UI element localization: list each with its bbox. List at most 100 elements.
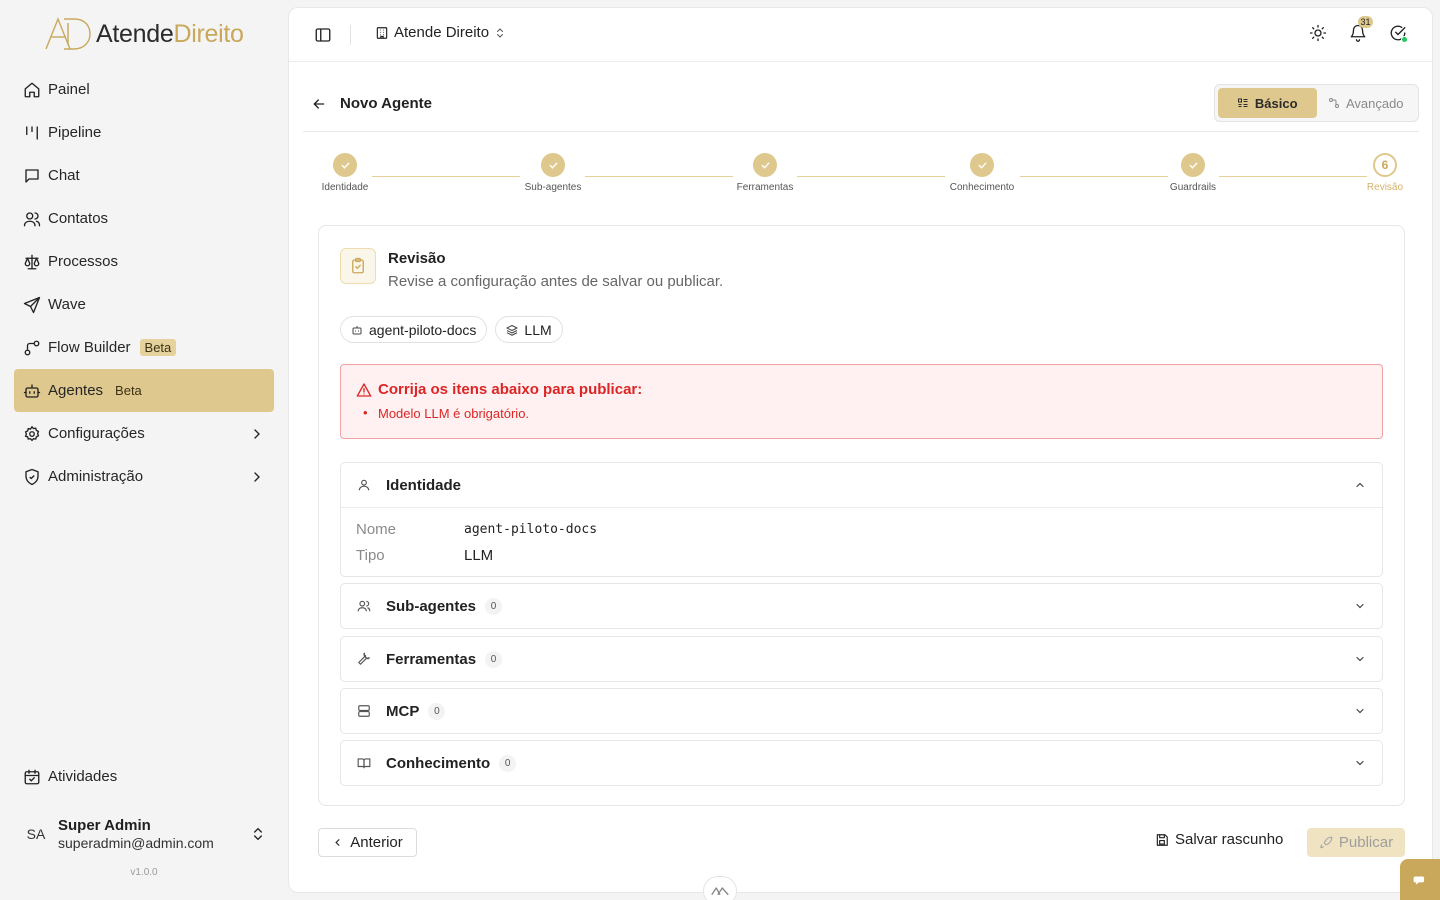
sidebar-item-agentes[interactable]: Agentes Beta [14,369,274,412]
status-button[interactable] [1389,24,1408,43]
step-ferramentas[interactable]: Ferramentas [731,153,799,193]
chevron-right-icon [254,428,260,439]
scale-icon [24,254,40,269]
sidebar-item-label: Agentes [48,382,104,399]
check-icon [1189,162,1197,169]
org-switcher[interactable]: Atende Direito [375,24,506,41]
beta-badge: Beta [115,383,142,398]
main-panel: Atende Direito 31 Novo Agente Básico Ava… [288,7,1433,893]
step-sub-agentes[interactable]: Sub-agentes [519,153,587,193]
clipboard-check-icon [340,248,376,284]
sidebar-item-label: Processos [48,253,119,270]
brand-logo[interactable]: AtendeDireito [44,17,244,51]
chevron-down-icon [1356,656,1364,662]
step-guardrails[interactable]: Guardrails [1163,153,1223,193]
step-done-dot [970,153,994,177]
chevron-down-icon [1356,708,1364,714]
topbar-actions: 31 [1309,16,1408,43]
step-label: Guardrails [1169,182,1217,193]
sidebar: AtendeDireito Painel Pipeline Chat Conta… [0,0,288,900]
step-revisao[interactable]: 6 Revisão [1363,153,1407,193]
message-icon [25,168,39,183]
dev-tools-tab[interactable] [703,876,737,900]
step-label: Sub-agentes [524,182,582,193]
user-info: Super Admin superadmin@admin.com [58,817,214,851]
section-mcp[interactable]: MCP 0 [340,688,1383,734]
check-icon [978,162,986,169]
sidebar-item-label: Contatos [48,210,109,227]
arrow-left-icon[interactable] [311,96,327,112]
logo-mark-icon [45,17,91,50]
save-draft-button[interactable]: Salvar rascunho [1155,831,1283,848]
sidebar-item-label: Pipeline [48,124,102,141]
logo-mark-icon [711,887,729,896]
sidebar-item-chat[interactable]: Chat [14,154,274,197]
sidebar-item-label: Chat [48,167,80,184]
top-bar: Atende Direito 31 [289,8,1432,62]
sun-icon [1309,24,1327,42]
mode-basic-button[interactable]: Básico [1218,88,1317,118]
step-connector [372,176,520,177]
list-icon [1237,98,1248,107]
validation-alert: Corrija os itens abaixo para publicar: M… [340,364,1383,439]
save-draft-label: Salvar rascunho [1175,831,1284,848]
review-title: Revisão [388,250,446,267]
alert-title-text: Corrija os itens abaixo para publicar: [378,381,643,398]
chevron-left-icon [335,839,340,846]
notifications-button[interactable]: 31 [1349,16,1373,42]
step-label: Conhecimento [949,182,1015,193]
section-title: Identidade [386,476,462,494]
section-sub-agentes[interactable]: Sub-agentes 0 [340,583,1383,629]
count-badge: 0 [499,754,517,772]
step-label: Identidade [321,182,369,193]
step-identidade[interactable]: Identidade [317,153,373,193]
sidebar-item-painel[interactable]: Painel [14,68,274,111]
section-conhecimento[interactable]: Conhecimento 0 [340,740,1383,786]
sidebar-item-processos[interactable]: Processos [14,240,274,283]
sidebar-item-contatos[interactable]: Contatos [14,197,274,240]
section-sub-agentes-header[interactable]: Sub-agentes 0 [341,584,1382,628]
sidebar-item-administracao[interactable]: Administração [14,455,274,498]
publish-button[interactable]: Publicar [1307,828,1405,857]
step-done-dot [541,153,565,177]
sidebar-item-label: Flow Builder [48,339,131,356]
save-icon [1156,833,1168,846]
theme-toggle-button[interactable] [1309,24,1327,42]
server-icon [358,705,370,717]
floating-chat-button[interactable] [1400,859,1440,900]
step-conhecimento[interactable]: Conhecimento [941,153,1023,193]
publish-label: Publicar [1338,834,1394,851]
sidebar-item-atividades[interactable]: Atividades [14,755,274,798]
wrench-icon [358,652,370,665]
count-badge: 0 [428,702,446,720]
check-icon [549,162,557,169]
user-icon [358,479,370,491]
bot-icon [352,325,362,334]
brand-name: AtendeDireito [96,19,244,48]
section-conhecimento-header[interactable]: Conhecimento 0 [341,741,1382,785]
section-ferramentas[interactable]: Ferramentas 0 [340,636,1383,682]
user-menu[interactable]: SA Super Admin superadmin@admin.com [14,808,274,860]
mode-advanced-button[interactable]: Avançado [1317,88,1416,118]
user-email: superadmin@admin.com [58,835,214,851]
shield-icon [25,468,39,485]
step-connector [585,176,733,177]
section-ferramentas-header[interactable]: Ferramentas 0 [341,637,1382,681]
sidebar-item-pipeline[interactable]: Pipeline [14,111,274,154]
section-identidade-header[interactable]: Identidade [341,463,1382,507]
check-icon [341,162,349,169]
sidebar-item-configuracoes[interactable]: Configurações [14,412,274,455]
sidebar-item-flow-builder[interactable]: Flow Builder Beta [14,326,274,369]
section-mcp-header[interactable]: MCP 0 [341,689,1382,733]
mode-toggle: Básico Avançado [1214,84,1419,122]
notification-count: 31 [1358,16,1373,28]
gear-icon [24,425,40,441]
review-subtitle: Revise a configuração antes de salvar ou… [388,273,724,290]
field-row: Tipo LLM [356,542,1367,568]
previous-button[interactable]: Anterior [318,828,417,857]
sidebar-toggle-icon[interactable] [314,26,332,44]
section-identidade: Identidade Nome agent-piloto-docs Tipo L… [340,462,1383,577]
step-connector [1219,176,1367,177]
sidebar-item-wave[interactable]: Wave [14,283,274,326]
chevron-right-icon [254,471,260,482]
